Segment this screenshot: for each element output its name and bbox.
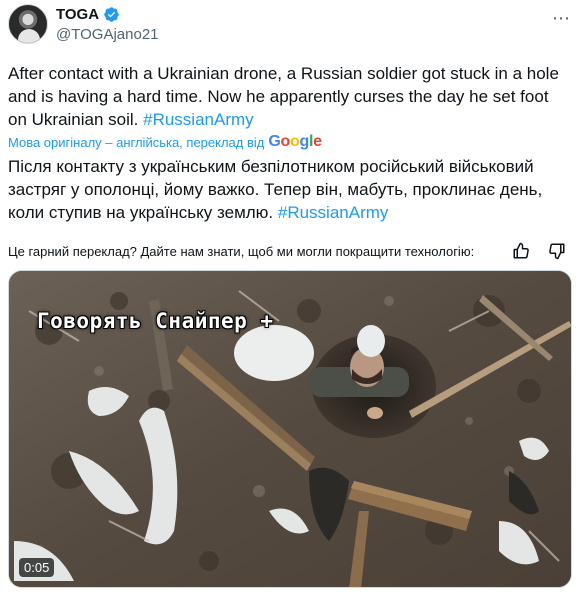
- video-caption: Говорять Снайпер +: [37, 309, 274, 333]
- thumbs-down-icon[interactable]: [546, 240, 568, 262]
- translated-body: Після контакту з українським безпілотник…: [8, 157, 543, 222]
- google-logo: Google: [268, 133, 322, 150]
- verified-badge-icon: [104, 7, 119, 22]
- hashtag-link[interactable]: #RussianArmy: [143, 110, 254, 129]
- display-name[interactable]: TOGA: [56, 6, 99, 23]
- tweet-header: TOGA @TOGAjano21 ⋯: [8, 4, 577, 48]
- ellipsis-icon[interactable]: ⋯: [552, 8, 571, 29]
- feedback-prompt: Це гарний переклад? Дайте нам знати, щоб…: [8, 243, 475, 259]
- translation-attribution[interactable]: Мова оригіналу – англійська, переклад ві…: [8, 133, 322, 151]
- avatar[interactable]: [8, 4, 48, 44]
- translation-label[interactable]: Мова оригіналу – англійська, переклад ві…: [8, 135, 264, 150]
- translated-text: Після контакту з українським безпілотник…: [8, 155, 568, 224]
- name-row: TOGA: [56, 6, 120, 23]
- translated-hashtag-link[interactable]: #RussianArmy: [278, 203, 389, 222]
- translation-feedback: Це гарний переклад? Дайте нам знати, щоб…: [8, 240, 568, 262]
- tweet-text: After contact with a Ukrainian drone, a …: [8, 62, 568, 131]
- video-timestamp: 0:05: [19, 558, 55, 577]
- user-handle[interactable]: @TOGAjano21: [56, 26, 159, 43]
- thumbs-up-icon[interactable]: [510, 240, 532, 262]
- tweet-body: After contact with a Ukrainian drone, a …: [8, 64, 559, 129]
- video-player[interactable]: Говорять Снайпер + 0:05: [8, 270, 572, 588]
